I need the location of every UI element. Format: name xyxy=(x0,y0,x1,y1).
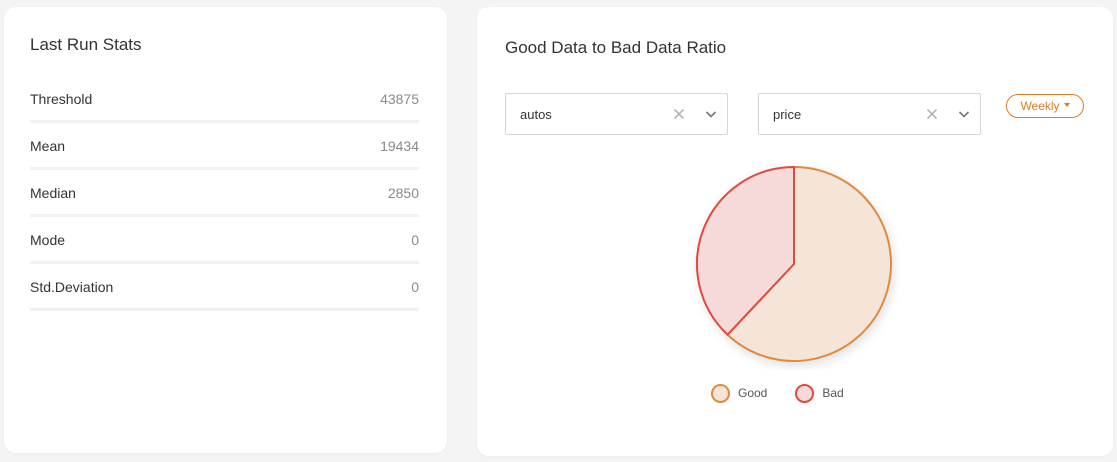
stats-title: Last Run Stats xyxy=(30,35,142,54)
weekly-dropdown-button[interactable]: Weekly xyxy=(1006,94,1084,118)
stat-value: 0 xyxy=(411,279,419,295)
stat-value: 43875 xyxy=(380,91,419,107)
stat-value: 19434 xyxy=(380,138,419,154)
caret-down-icon xyxy=(1063,103,1070,107)
stat-row-mode: Mode 0 xyxy=(30,228,419,264)
close-icon[interactable] xyxy=(671,104,687,124)
stat-label: Std.Deviation xyxy=(30,279,114,295)
stat-label: Threshold xyxy=(30,91,93,107)
close-icon[interactable] xyxy=(924,104,940,124)
legend-swatch-bad xyxy=(795,383,815,403)
legend-label-good: Good xyxy=(738,386,768,400)
last-run-stats-card: Last Run Stats Threshold 43875 Mean 1943… xyxy=(4,7,447,453)
legend-item-bad[interactable]: Bad xyxy=(795,383,844,403)
chevron-down-icon[interactable] xyxy=(703,104,719,124)
chart-legend: Good Bad xyxy=(711,382,872,404)
stat-label: Mean xyxy=(30,138,66,154)
dataset-select-value: autos xyxy=(520,107,552,122)
stat-label: Median xyxy=(30,185,76,201)
legend-item-good[interactable]: Good xyxy=(711,383,768,403)
column-select-value: price xyxy=(773,107,802,122)
pie-svg xyxy=(696,166,892,362)
stat-row-median: Median 2850 xyxy=(30,181,419,217)
good-bad-pie-chart xyxy=(684,150,904,370)
legend-label-bad: Bad xyxy=(822,386,844,400)
chevron-down-icon[interactable] xyxy=(956,104,972,124)
stat-value: 2850 xyxy=(387,185,419,201)
weekly-button-label: Weekly xyxy=(1020,99,1060,113)
column-select[interactable]: price xyxy=(758,93,981,135)
stat-label: Mode xyxy=(30,232,66,248)
data-ratio-card: Good Data to Bad Data Ratio autos price … xyxy=(477,7,1113,456)
dataset-select[interactable]: autos xyxy=(505,93,728,135)
ratio-title: Good Data to Bad Data Ratio xyxy=(505,38,727,57)
stat-row-std-deviation: Std.Deviation 0 xyxy=(30,275,419,311)
stat-row-mean: Mean 19434 xyxy=(30,134,419,170)
stat-row-threshold: Threshold 43875 xyxy=(30,87,419,123)
stat-value: 0 xyxy=(411,232,419,248)
legend-swatch-good xyxy=(711,383,730,403)
